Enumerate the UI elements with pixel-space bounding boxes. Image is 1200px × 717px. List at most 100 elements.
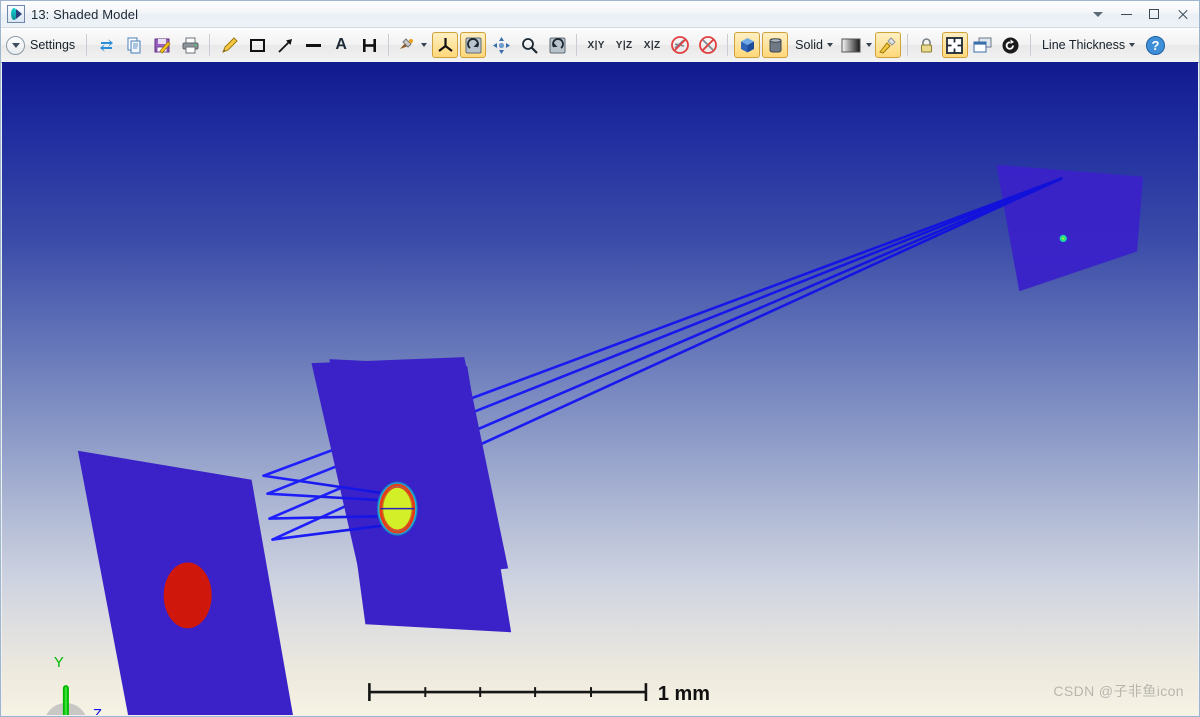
shaded-model-window: 13: Shaded Model Settings A X|Y Y|Z X|Z … (0, 0, 1200, 717)
chevron-down-icon (421, 43, 428, 47)
pencil-tool[interactable] (216, 32, 242, 58)
save-button[interactable] (149, 32, 175, 58)
rotate-icon (465, 37, 482, 53)
arrow-tool[interactable] (272, 32, 298, 58)
title-bar: 13: Shaded Model (1, 1, 1199, 28)
arrow-icon (278, 38, 292, 53)
rectangle-tool[interactable] (244, 32, 270, 58)
axis-label-z: Z (93, 706, 102, 715)
tile-windows-button[interactable] (970, 32, 996, 58)
blue-cube-icon (740, 37, 754, 52)
separator (906, 34, 908, 56)
magnifier-icon (521, 37, 538, 54)
minimize-icon[interactable] (1113, 3, 1139, 25)
tile-windows-icon (973, 37, 992, 52)
axis-tripod-icon (438, 37, 453, 52)
light-source-tool[interactable] (395, 32, 430, 58)
separator (727, 34, 729, 56)
chevron-down-icon (826, 43, 833, 47)
watermark: CSDN @子非鱼icon (1053, 683, 1184, 699)
text-tool[interactable]: A (328, 32, 354, 58)
scale-bar: 1 mm (368, 683, 710, 705)
shaded-cube-button[interactable] (734, 32, 761, 58)
no-cross-icon (699, 36, 718, 54)
line-icon (305, 43, 321, 47)
reset-view-icon (549, 37, 566, 53)
settings-dropdown[interactable]: Settings (3, 32, 81, 58)
hide-rays-button[interactable] (667, 32, 693, 58)
gradient-dropdown[interactable] (840, 32, 873, 58)
chevron-down-circle-icon (6, 35, 25, 55)
window-controls (1085, 1, 1195, 27)
reset-view-tool[interactable] (544, 32, 570, 58)
rotate-tool[interactable] (460, 32, 487, 58)
scene-canvas: Y X Z 1 mm (26, 164, 1144, 715)
solid-label: Solid (795, 38, 823, 52)
flashlight-button[interactable] (874, 32, 901, 58)
detector-plane-middle-front (329, 359, 512, 633)
gray-cylinder-icon (769, 37, 782, 52)
fit-window-button[interactable] (941, 32, 968, 58)
plane-xz-label: X|Z (643, 39, 661, 51)
plane-xy-label: X|Y (587, 39, 605, 51)
update-circle-icon (1002, 37, 1019, 53)
separator (86, 34, 88, 56)
print-icon (182, 37, 199, 53)
lock-icon (921, 37, 933, 52)
beam-spot-middle (376, 480, 419, 537)
fit-window-icon (946, 36, 964, 54)
surface-mode-button[interactable] (762, 32, 789, 58)
lock-button[interactable] (914, 32, 940, 58)
maximize-icon[interactable] (1141, 3, 1167, 25)
svg-text:?: ? (1151, 38, 1159, 53)
copy-button[interactable] (121, 32, 147, 58)
view-xz-button[interactable]: X|Z (639, 32, 665, 58)
text-icon: A (335, 36, 347, 53)
tripod-rotate-tool[interactable] (432, 32, 459, 58)
rectangle-icon (249, 38, 265, 52)
print-button[interactable] (177, 32, 203, 58)
beam-spot-left (163, 562, 212, 629)
window-title: 13: Shaded Model (31, 6, 139, 22)
hide-crossed-button[interactable] (695, 32, 721, 58)
update-button[interactable] (998, 32, 1024, 58)
axis-label-x: X (26, 714, 36, 715)
window-menu-dropdown-icon[interactable] (1085, 3, 1111, 25)
no-rays-icon (671, 36, 690, 54)
help-button[interactable]: ? (1142, 32, 1168, 58)
copy-icon (127, 37, 141, 53)
light-source-icon (400, 37, 414, 49)
shaded-model-icon (7, 5, 25, 23)
settings-label: Settings (30, 38, 76, 52)
help-question-icon: ? (1145, 35, 1165, 55)
axis-label-y: Y (54, 654, 64, 671)
chevron-down-icon (865, 43, 872, 47)
plane-yz-label: Y|Z (615, 39, 633, 51)
view-xy-button[interactable]: X|Y (583, 32, 609, 58)
dimension-tool[interactable] (356, 32, 382, 58)
scale-bar-label: 1 mm (658, 683, 710, 705)
detector-plane-right (996, 164, 1144, 292)
main-toolbar: Settings A X|Y Y|Z X|Z Solid Line Thickn… (1, 28, 1199, 63)
pan-tool[interactable] (488, 32, 514, 58)
viewport-3d-scene[interactable]: Y X Z 1 mm CSDN @子非鱼icon (2, 62, 1198, 715)
separator (1029, 34, 1031, 56)
line-thickness-label: Line Thickness (1041, 38, 1126, 52)
gradient-swatch-icon (841, 38, 861, 52)
beam-focus-point-right (1059, 234, 1068, 243)
pan-arrows-icon (492, 36, 510, 54)
solid-dropdown[interactable]: Solid (790, 32, 838, 58)
dimension-icon (362, 38, 376, 52)
line-tool[interactable] (300, 32, 326, 58)
refresh-icon (99, 38, 113, 52)
save-icon (154, 38, 171, 54)
line-thickness-dropdown[interactable]: Line Thickness (1037, 32, 1140, 58)
zoom-tool[interactable] (516, 32, 542, 58)
view-yz-button[interactable]: Y|Z (611, 32, 637, 58)
separator (576, 34, 578, 56)
axis-triad: Y X Z (26, 654, 102, 715)
refresh-button[interactable] (93, 32, 119, 58)
pencil-icon (221, 36, 238, 53)
flashlight-icon (879, 36, 897, 54)
close-icon[interactable] (1169, 3, 1195, 25)
